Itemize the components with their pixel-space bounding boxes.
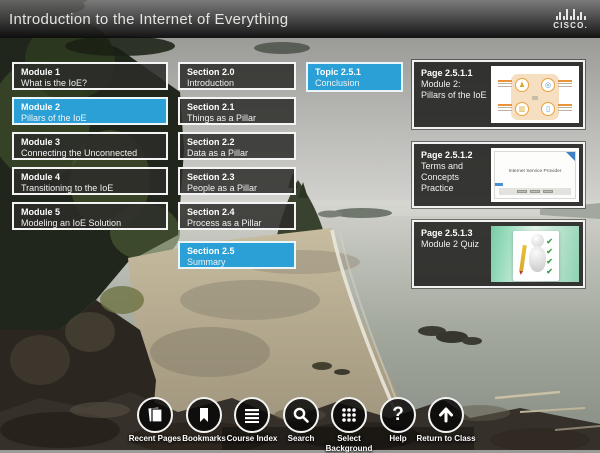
module-subtitle: Pillars of the IoE [21, 113, 159, 124]
section-item-2-5-active[interactable]: Section 2.5 Summary [178, 241, 296, 269]
section-subtitle: Things as a Pillar [187, 113, 287, 124]
topic-title: Topic 2.5.1 [315, 67, 394, 78]
page-title-label: Page 2.5.1.2 [421, 150, 487, 161]
isp-slide-text: Internet Service Provider [503, 169, 567, 174]
cisco-bars-icon [556, 9, 586, 20]
module-subtitle: Modeling an IoE Solution [21, 218, 159, 229]
module-item-4[interactable]: Module 4 Transitioning to the IoE [12, 167, 168, 195]
return-to-class-icon [436, 405, 456, 425]
search-icon [291, 405, 311, 425]
section-item-2-3[interactable]: Section 2.3 People as a Pillar [178, 167, 296, 195]
page-subtitle-label: Terms and Concepts Practice [421, 161, 487, 194]
module-item-2-active[interactable]: Module 2 Pillars of the IoE [12, 97, 168, 125]
section-item-2-4[interactable]: Section 2.4 Process as a Pillar [178, 202, 296, 230]
module-subtitle: Connecting the Unconnected [21, 148, 159, 159]
quiz-figure-thumbnail: ✔ ✔ ✔ ✔ [491, 226, 579, 282]
pillars-diagram-thumbnail: ♟ ◎ ▥ ▯ [491, 66, 579, 123]
section-subtitle: Data as a Pillar [187, 148, 287, 159]
page-item-2-5-1-2[interactable]: Page 2.5.1.2 Terms and Concepts Practice… [412, 142, 585, 208]
section-subtitle: People as a Pillar [187, 183, 287, 194]
bookmark-icon [194, 405, 214, 425]
page-title-label: Page 2.5.1.3 [421, 228, 487, 239]
section-subtitle: Process as a Pillar [187, 218, 287, 229]
page-title-label: Page 2.5.1.1 [421, 68, 487, 79]
slide-corner-ribbon [566, 152, 575, 161]
page-subtitle-label: Module 2: Pillars of the IoE [421, 79, 487, 101]
section-subtitle: Summary [187, 257, 287, 268]
module-title: Module 2 [21, 102, 159, 113]
pencil-icon [519, 245, 527, 271]
section-title: Section 2.5 [187, 246, 287, 257]
return-to-class-button[interactable]: Return to Class [414, 397, 478, 444]
module-subtitle: Transitioning to the IoE [21, 183, 159, 194]
page-item-2-5-1-3[interactable]: Page 2.5.1.3 Module 2 Quiz ✔ ✔ ✔ ✔ [412, 220, 585, 288]
course-index-icon [242, 405, 262, 425]
module-subtitle: What is the IoE? [21, 78, 159, 89]
cisco-logo: CISCO. [553, 9, 588, 30]
help-icon: ? [392, 404, 404, 426]
module-title: Module 1 [21, 67, 159, 78]
topic-item-2-5-1-active[interactable]: Topic 2.5.1 Conclusion [306, 62, 403, 92]
module-title: Module 4 [21, 172, 159, 183]
recent-pages-icon [145, 405, 165, 425]
section-subtitle: Introduction [187, 78, 287, 89]
section-title: Section 2.4 [187, 207, 287, 218]
select-background-icon [339, 405, 359, 425]
header-bar: Introduction to the Internet of Everythi… [0, 0, 600, 38]
section-item-2-2[interactable]: Section 2.2 Data as a Pillar [178, 132, 296, 160]
section-item-2-0[interactable]: Section 2.0 Introduction [178, 62, 296, 90]
module-item-3[interactable]: Module 3 Connecting the Unconnected [12, 132, 168, 160]
section-title: Section 2.1 [187, 102, 287, 113]
section-title: Section 2.2 [187, 137, 287, 148]
checkmarks-icon: ✔ ✔ ✔ ✔ [546, 237, 553, 277]
course-screen: Introduction to the Internet of Everythi… [0, 0, 600, 450]
page-title: Introduction to the Internet of Everythi… [9, 11, 288, 28]
topic-subtitle: Conclusion [315, 78, 394, 89]
module-title: Module 5 [21, 207, 159, 218]
module-item-1[interactable]: Module 1 What is the IoE? [12, 62, 168, 90]
module-title: Module 3 [21, 137, 159, 148]
section-title: Section 2.3 [187, 172, 287, 183]
section-title: Section 2.0 [187, 67, 287, 78]
isp-practice-thumbnail: Internet Service Provider [491, 148, 579, 202]
page-item-2-5-1-1[interactable]: Page 2.5.1.1 Module 2: Pillars of the Io… [412, 60, 585, 129]
page-subtitle-label: Module 2 Quiz [421, 239, 487, 250]
section-item-2-1[interactable]: Section 2.1 Things as a Pillar [178, 97, 296, 125]
module-item-5[interactable]: Module 5 Modeling an IoE Solution [12, 202, 168, 230]
tool-label: Return to Class [414, 434, 478, 444]
cisco-wordmark: CISCO. [553, 21, 588, 30]
